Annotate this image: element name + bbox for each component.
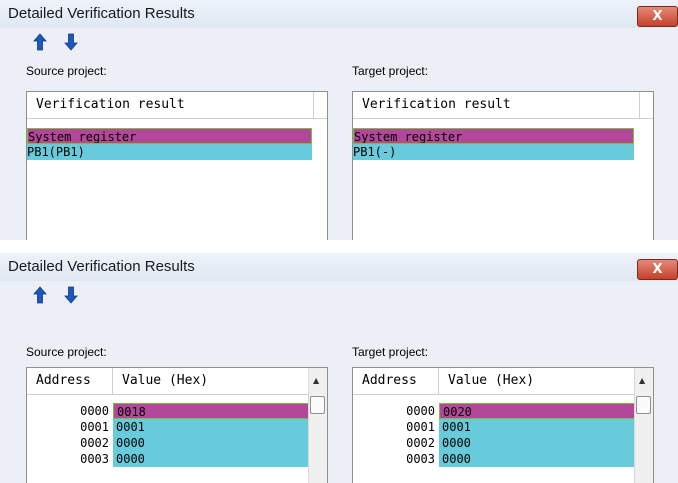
table-row[interactable]: 0000 0018 (27, 403, 312, 419)
table-row[interactable]: 0001 0001 (27, 419, 312, 435)
source-project-label: Source project: (26, 345, 107, 359)
column-header-value[interactable]: Value (Hex) (113, 368, 309, 394)
column-header-value[interactable]: Value (Hex) (439, 368, 635, 394)
source-data-table[interactable]: Address Value (Hex) 0000 0018 0001 0001 … (26, 367, 328, 483)
column-header-address[interactable]: Address (353, 368, 439, 394)
list-item[interactable]: PB1(-) (353, 144, 634, 160)
column-header-verification-result[interactable]: Verification result (27, 92, 314, 118)
verification-results-window: Detailed Verification Results X Source p… (0, 253, 678, 483)
table-row[interactable]: 0003 0000 (27, 451, 312, 467)
window-title: Detailed Verification Results (8, 5, 195, 22)
scroll-up-icon[interactable]: ▲ (313, 376, 319, 385)
target-project-label: Target project: (352, 345, 429, 359)
column-header-address[interactable]: Address (27, 368, 113, 394)
target-result-list[interactable]: Verification result System register PB1(… (352, 91, 654, 240)
value-cell: 0000 (113, 451, 312, 467)
address-cell: 0001 (80, 420, 109, 434)
list-header: Verification result (27, 92, 327, 119)
title-bar[interactable]: Detailed Verification Results X (0, 253, 678, 281)
column-header-verification-result[interactable]: Verification result (353, 92, 640, 118)
up-arrow-icon[interactable] (33, 33, 47, 51)
up-arrow-icon[interactable] (33, 286, 47, 304)
table-header: Address Value (Hex) (353, 368, 635, 395)
address-cell: 0003 (80, 452, 109, 466)
address-cell: 0000 (80, 404, 109, 418)
list-item[interactable]: PB1(PB1) (27, 144, 312, 160)
list-item[interactable]: System register (27, 128, 312, 144)
address-cell: 0002 (406, 436, 435, 450)
scroll-up-icon[interactable]: ▲ (639, 376, 645, 385)
table-row[interactable]: 0002 0000 (353, 435, 638, 451)
value-cell: 0020 (439, 403, 635, 419)
value-cell: 0001 (439, 419, 635, 435)
vertical-scrollbar[interactable]: ▲ (308, 368, 327, 483)
source-project-label: Source project: (26, 64, 107, 78)
address-cell: 0002 (80, 436, 109, 450)
address-cell: 0001 (406, 420, 435, 434)
scroll-thumb[interactable] (636, 396, 651, 414)
value-cell: 0018 (113, 403, 312, 419)
value-cell: 0000 (439, 451, 635, 467)
table-row[interactable]: 0001 0001 (353, 419, 638, 435)
close-button[interactable]: X (637, 6, 678, 27)
address-cell: 0003 (406, 452, 435, 466)
down-arrow-icon[interactable] (64, 33, 78, 51)
list-header: Verification result (353, 92, 653, 119)
down-arrow-icon[interactable] (64, 286, 78, 304)
close-icon: X (652, 9, 663, 24)
close-icon: X (652, 262, 663, 277)
verification-results-window: Detailed Verification Results X Source p… (0, 0, 678, 240)
close-button[interactable]: X (637, 259, 678, 280)
title-bar[interactable]: Detailed Verification Results X (0, 0, 678, 28)
scroll-thumb[interactable] (310, 396, 325, 414)
source-result-list[interactable]: Verification result System register PB1(… (26, 91, 328, 240)
vertical-scrollbar[interactable]: ▲ (634, 368, 653, 483)
table-row[interactable]: 0003 0000 (353, 451, 638, 467)
value-cell: 0000 (113, 435, 312, 451)
address-cell: 0000 (406, 404, 435, 418)
window-title: Detailed Verification Results (8, 258, 195, 275)
table-header: Address Value (Hex) (27, 368, 309, 395)
target-data-table[interactable]: Address Value (Hex) 0000 0020 0001 0001 … (352, 367, 654, 483)
value-cell: 0001 (113, 419, 312, 435)
table-row[interactable]: 0002 0000 (27, 435, 312, 451)
list-item[interactable]: System register (353, 128, 634, 144)
value-cell: 0000 (439, 435, 635, 451)
table-row[interactable]: 0000 0020 (353, 403, 638, 419)
target-project-label: Target project: (352, 64, 429, 78)
